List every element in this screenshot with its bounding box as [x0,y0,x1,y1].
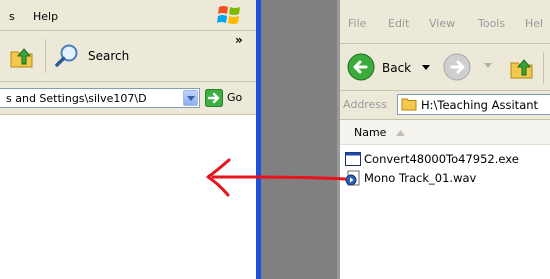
sort-ascending-icon [396,130,405,136]
back-button[interactable]: Back [346,52,434,82]
go-button[interactable]: Go [205,88,255,108]
toolbar-separator [543,52,544,84]
menu-item-help[interactable]: Help [33,10,58,23]
right-toolbar: Back [340,44,550,91]
name-column-header[interactable]: Name [346,120,466,144]
menu-item-tools[interactable]: Tools [478,17,505,30]
right-address-text: H:\Teaching Assitant [421,98,539,112]
file-name: Mono Track_01.wav [364,171,477,185]
forward-dropdown-icon[interactable] [484,63,492,69]
menu-item-file[interactable]: File [348,17,366,30]
column-header-row: Name [340,120,550,145]
folder-icon [401,98,417,111]
file-list-item[interactable]: Mono Track_01.wav [345,169,545,187]
left-explorer-window: s Help » Search s and Settings\silve107\… [0,0,256,279]
left-address-text: s and Settings\silve107\D [6,92,147,105]
annotation-arrow-icon [206,158,347,197]
menu-item-view[interactable]: View [429,17,455,30]
back-dropdown-icon[interactable] [422,65,430,71]
forward-arrow-icon[interactable] [442,52,472,82]
back-arrow-icon [347,53,375,81]
toolbar-overflow-chevron[interactable]: » [235,33,243,47]
desktop-gap [261,0,337,279]
left-menubar: s Help [0,0,256,31]
menu-item-help[interactable]: Hel [525,17,543,30]
back-label: Back [382,61,412,75]
file-name: Convert48000To47952.exe [364,152,519,166]
left-address-input[interactable]: s and Settings\silve107\D [0,88,200,108]
go-arrow-icon [205,89,223,107]
file-list-item[interactable]: Convert48000To47952.exe [345,150,545,168]
name-column-label: Name [354,126,387,139]
windows-logo-icon [217,6,240,24]
search-label: Search [88,49,130,63]
search-button[interactable]: Search [52,41,140,71]
left-toolbar: » Search [0,31,256,82]
up-folder-icon[interactable] [8,43,36,71]
menu-item-partial[interactable]: s [9,10,15,23]
address-dropdown-button[interactable] [183,90,198,106]
menu-item-edit[interactable]: Edit [388,17,409,30]
address-label: Address [343,98,387,111]
up-folder-icon[interactable] [508,52,536,82]
go-label: Go [227,91,243,104]
right-explorer-window: File Edit View Tools Hel Back Address H:… [340,0,550,279]
toolbar-separator [45,39,46,73]
right-menubar: File Edit View Tools Hel [340,0,550,44]
right-address-bar: Address H:\Teaching Assitant [340,91,550,120]
right-address-input[interactable]: H:\Teaching Assitant [397,94,550,115]
search-magnifier-icon [55,44,78,67]
